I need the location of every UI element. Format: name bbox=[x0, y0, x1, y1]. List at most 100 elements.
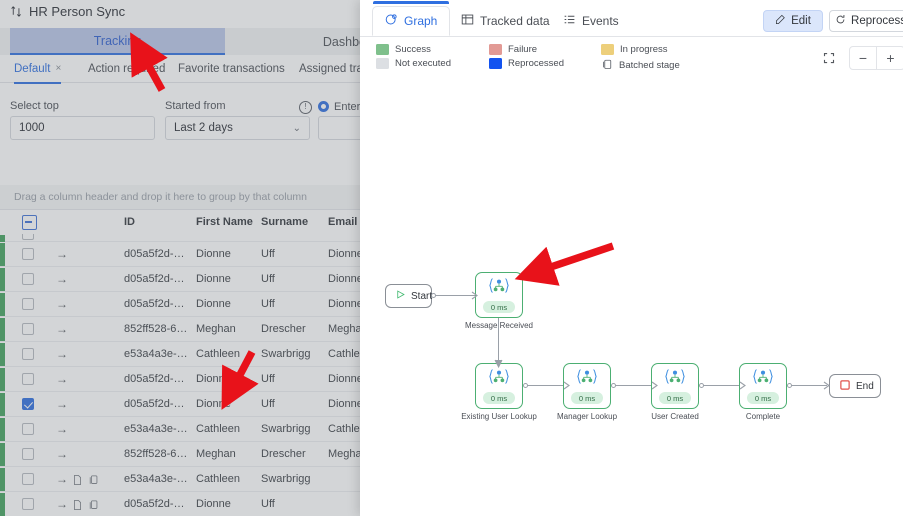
reprocess-button[interactable]: Reprocess bbox=[829, 10, 903, 32]
copy-icon[interactable] bbox=[88, 498, 99, 516]
nav-tab-tracking-label: Tracking bbox=[93, 33, 142, 48]
stage-node-existing-user-lookup[interactable]: 0 ms bbox=[475, 363, 523, 409]
stage-node-complete[interactable]: 0 ms bbox=[739, 363, 787, 409]
row-checkbox[interactable] bbox=[22, 248, 34, 260]
info-circle-icon[interactable]: ! bbox=[299, 101, 312, 114]
sub-tab-favorite-transactions[interactable]: Favorite transactions bbox=[178, 55, 285, 82]
edit-button[interactable]: Edit bbox=[763, 10, 823, 32]
row-open-arrow-icon[interactable]: → bbox=[56, 322, 68, 336]
table-row[interactable]: → 852ff528-6… Meghan Drescher Megha bbox=[0, 317, 360, 342]
enter-radio[interactable] bbox=[318, 101, 329, 112]
column-header-email[interactable]: Email bbox=[328, 210, 357, 234]
graph-end-node[interactable]: End bbox=[829, 374, 881, 398]
tab-tracked-data-label: Tracked data bbox=[480, 14, 550, 28]
sub-tab-assigned-transactions[interactable]: Assigned tra bbox=[299, 55, 360, 82]
column-header-surname[interactable]: Surname bbox=[261, 210, 308, 234]
tab-events[interactable]: Events bbox=[550, 6, 632, 36]
row-checkbox[interactable] bbox=[22, 448, 34, 460]
transactions-table-body[interactable]: → d05a5f2d-… Dionne Uff Dionne → d05a5f2d-… Dio… bbox=[0, 234, 360, 516]
row-checkbox[interactable] bbox=[22, 498, 34, 510]
tab-graph[interactable]: Graph bbox=[372, 1, 451, 36]
document-icon[interactable] bbox=[72, 498, 83, 516]
table-row[interactable]: → d05a5f2d-… Dionne Uff bbox=[0, 492, 360, 516]
row-checkbox[interactable] bbox=[22, 373, 34, 385]
enter-value-input[interactable] bbox=[318, 116, 360, 140]
cell-id: d05a5f2d-… bbox=[124, 273, 185, 285]
sub-tab-action-required[interactable]: Action required bbox=[88, 55, 165, 82]
row-status-bar bbox=[0, 368, 5, 391]
row-open-arrow-icon[interactable]: → bbox=[56, 347, 68, 361]
row-open-arrow-icon[interactable]: → bbox=[56, 397, 68, 411]
edge-usercreated-to-complete bbox=[703, 385, 743, 387]
cell-surname: Drescher bbox=[261, 323, 306, 335]
fit-screen-button[interactable] bbox=[815, 46, 843, 70]
table-row[interactable]: → e53a4a3e-… Cathleen Swarbrigg Cathle bbox=[0, 342, 360, 367]
row-open-arrow-icon[interactable]: → bbox=[56, 472, 68, 486]
row-open-arrow-icon[interactable]: → bbox=[56, 297, 68, 311]
table-row[interactable]: → d05a5f2d-… Dionne Uff Dionne bbox=[0, 267, 360, 292]
nav-tab-tracking[interactable]: Tracking bbox=[10, 28, 225, 55]
legend-label-failure: Failure bbox=[508, 44, 538, 55]
table-row[interactable]: → d05a5f2d-… Dionne Uff Dionne bbox=[0, 292, 360, 317]
row-checkbox[interactable] bbox=[22, 348, 34, 360]
row-open-arrow-icon[interactable]: → bbox=[56, 422, 68, 436]
table-row[interactable]: → d05a5f2d-… Dionne Uff Dionne bbox=[0, 242, 360, 267]
cell-surname: Uff bbox=[261, 248, 275, 260]
legend-item-reprocessed: Reprocessed bbox=[489, 58, 564, 69]
edge-arrowheads bbox=[471, 291, 830, 390]
table-row[interactable]: → 852ff528-6… Meghan Drescher Megha bbox=[0, 442, 360, 467]
graph-start-node[interactable]: Start bbox=[385, 284, 432, 308]
graph-icon bbox=[385, 13, 398, 29]
zoom-out-button[interactable]: − bbox=[849, 46, 877, 70]
row-open-arrow-icon[interactable]: → bbox=[56, 247, 68, 261]
stage-node-user-created[interactable]: 0 ms bbox=[651, 363, 699, 409]
tab-tracked-data[interactable]: Tracked data bbox=[448, 6, 563, 36]
row-checkbox[interactable] bbox=[22, 398, 34, 410]
column-header-first-name[interactable]: First Name bbox=[196, 210, 253, 234]
row-open-arrow-icon[interactable]: → bbox=[56, 497, 68, 511]
table-row[interactable] bbox=[0, 234, 360, 258]
zoom-in-button[interactable]: + bbox=[877, 46, 903, 70]
stage-node-message-received[interactable]: 0 ms bbox=[475, 272, 523, 318]
row-checkbox[interactable] bbox=[22, 298, 34, 310]
refresh-icon bbox=[835, 14, 846, 28]
started-from-select[interactable]: Last 2 days ⌄ bbox=[165, 116, 310, 140]
row-open-arrow-icon[interactable]: → bbox=[56, 272, 68, 286]
row-checkbox[interactable] bbox=[22, 273, 34, 285]
table-row[interactable]: → e53a4a3e-… Cathleen Swarbrigg bbox=[0, 467, 360, 492]
json-mapping-icon bbox=[487, 368, 511, 390]
group-by-hint: Drag a column header and drop it here to… bbox=[14, 191, 308, 203]
row-open-arrow-icon[interactable]: → bbox=[56, 447, 68, 461]
stop-icon bbox=[839, 379, 851, 394]
table-row[interactable]: → d05a5f2d-… Dionne Uff Dionne bbox=[0, 367, 360, 392]
table-row[interactable]: → e53a4a3e-… Cathleen Swarbrigg Cathle bbox=[0, 417, 360, 442]
document-icon[interactable] bbox=[72, 473, 83, 491]
json-mapping-icon bbox=[487, 277, 511, 299]
legend-label-batched-stage: Batched stage bbox=[619, 60, 680, 71]
column-header-id[interactable]: ID bbox=[124, 210, 135, 234]
group-by-dropzone[interactable]: Drag a column header and drop it here to… bbox=[0, 185, 360, 210]
cell-email: Cathle bbox=[328, 423, 360, 435]
row-checkbox[interactable] bbox=[22, 423, 34, 435]
started-from-label: Started from bbox=[165, 100, 226, 112]
table-row[interactable]: → d05a5f2d-… Dionne Uff Dionne bbox=[0, 392, 360, 417]
stage-duration-complete: 0 ms bbox=[746, 392, 780, 404]
row-checkbox[interactable] bbox=[22, 323, 34, 335]
select-top-input[interactable]: 1000 bbox=[10, 116, 155, 140]
edge-complete-to-end bbox=[791, 385, 827, 387]
row-checkbox[interactable] bbox=[22, 473, 34, 485]
copy-icon[interactable] bbox=[88, 473, 99, 491]
sub-tab-default[interactable]: Default × bbox=[14, 55, 62, 84]
stage-node-manager-lookup[interactable]: 0 ms bbox=[563, 363, 611, 409]
graph-canvas[interactable]: Start 0 ms Message Received 0 ms Existin… bbox=[360, 88, 903, 516]
cell-surname: Swarbrigg bbox=[261, 473, 311, 485]
cell-first-name: Meghan bbox=[196, 323, 236, 335]
close-icon[interactable]: × bbox=[55, 63, 61, 74]
row-checkbox[interactable] bbox=[22, 234, 34, 240]
row-status-bar bbox=[0, 318, 5, 341]
select-all-checkbox[interactable] bbox=[22, 215, 37, 230]
edge-existing-to-manager bbox=[527, 385, 567, 387]
cell-surname: Uff bbox=[261, 398, 275, 410]
row-open-arrow-icon[interactable]: → bbox=[56, 372, 68, 386]
nav-tab-dashboard[interactable]: Dashboar bbox=[300, 28, 360, 55]
